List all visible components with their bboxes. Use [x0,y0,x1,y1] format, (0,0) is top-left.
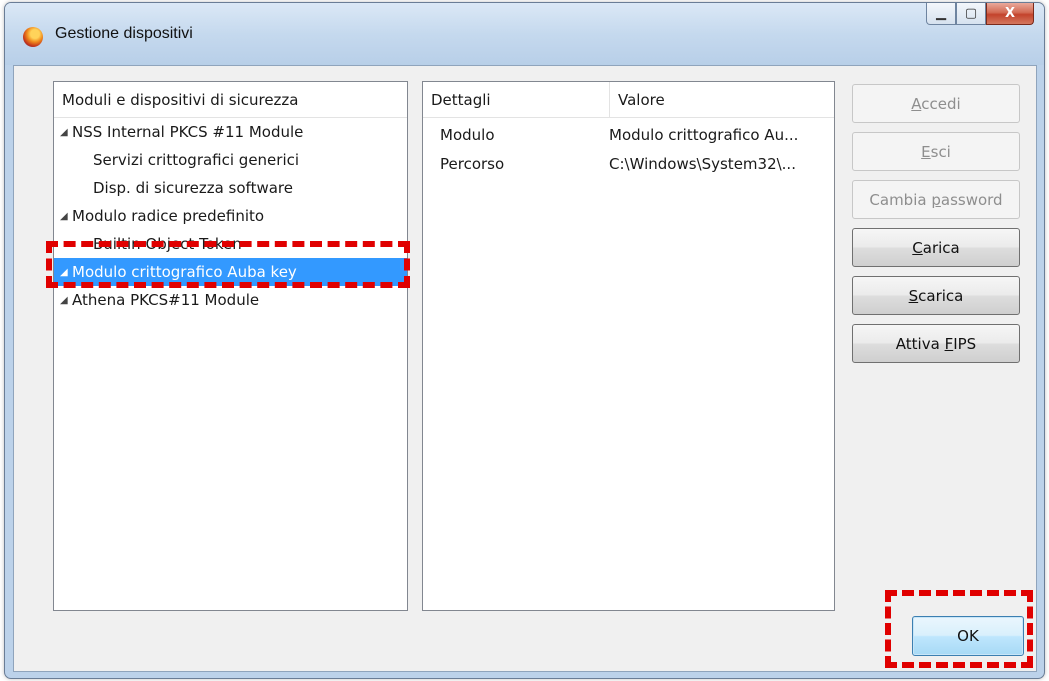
attiva-fips-button[interactable]: Attiva FIPS [852,324,1020,363]
tree-body: ◢ NSS Internal PKCS #11 Module Servizi c… [54,118,407,314]
close-button[interactable]: X [986,3,1034,25]
dialog-body: Moduli e dispositivi di sicurezza ◢ NSS … [13,65,1037,672]
tree-item-auba-key[interactable]: ◢ Modulo crittografico Auba key [54,258,407,286]
button-label: Carica [912,238,960,257]
scarica-button[interactable]: Scarica [852,276,1020,315]
detail-key: Modulo [440,125,495,144]
esci-button[interactable]: Esci [852,132,1020,171]
expand-arrow-icon[interactable]: ◢ [60,127,72,138]
carica-button[interactable]: Carica [852,228,1020,267]
cambia-password-button[interactable]: Cambia password [852,180,1020,219]
details-header: Dettagli Valore [423,82,834,118]
window-title: Gestione dispositivi [55,25,193,42]
button-label: Cambia password [869,190,1003,209]
button-label: OK [957,627,979,645]
tree-item-label: NSS Internal PKCS #11 Module [72,123,304,141]
detail-key: Percorso [440,154,505,173]
firefox-icon [23,27,43,47]
tree-header[interactable]: Moduli e dispositivi di sicurezza [54,82,407,118]
caption-buttons: ▁ ▢ X [926,3,1034,25]
expand-arrow-icon[interactable]: ◢ [60,295,72,306]
tree-item-label: Athena PKCS#11 Module [72,291,260,309]
expand-arrow-icon[interactable]: ◢ [60,267,72,278]
column-header-valore[interactable]: Valore [609,82,834,117]
button-label: Esci [921,142,951,161]
details-row-modulo[interactable]: Modulo Modulo crittografico Au... [423,120,834,149]
detail-value: Modulo crittografico Au... [609,125,799,144]
security-modules-tree[interactable]: Moduli e dispositivi di sicurezza ◢ NSS … [53,81,408,611]
button-label: Attiva FIPS [895,334,977,353]
tree-item-label: Disp. di sicurezza software [93,179,293,197]
device-manager-window: Gestione dispositivi ▁ ▢ X Moduli e disp… [4,2,1045,679]
accedi-button[interactable]: Accedi [852,84,1020,123]
details-row-percorso[interactable]: Percorso C:\Windows\System32\... [423,149,834,178]
ok-button[interactable]: OK [912,616,1024,656]
minimize-button[interactable]: ▁ [926,3,956,25]
tree-item-modulo-radice[interactable]: ◢ Modulo radice predefinito [54,202,407,230]
column-header-dettagli[interactable]: Dettagli [423,82,609,117]
tree-item-disp-sicurezza[interactable]: Disp. di sicurezza software [54,174,407,202]
tree-item-label: Modulo radice predefinito [72,207,265,225]
tree-item-servizi-crittografici[interactable]: Servizi crittografici generici [54,146,407,174]
detail-value: C:\Windows\System32\... [609,154,796,173]
tree-header-label: Moduli e dispositivi di sicurezza [62,90,299,109]
maximize-button[interactable]: ▢ [956,3,986,25]
button-label: Scarica [908,286,964,305]
tree-item-athena[interactable]: ◢ Athena PKCS#11 Module [54,286,407,314]
tree-item-label: Modulo crittografico Auba key [72,263,297,281]
expand-arrow-icon[interactable]: ◢ [60,211,72,222]
tree-item-builtin-token[interactable]: Builtin Object Token [54,230,407,258]
tree-item-nss-internal[interactable]: ◢ NSS Internal PKCS #11 Module [54,118,407,146]
title-bar[interactable]: Gestione dispositivi ▁ ▢ X [5,3,1044,65]
button-label: Accedi [911,94,961,113]
tree-item-label: Builtin Object Token [93,235,242,253]
tree-item-label: Servizi crittografici generici [93,151,300,169]
details-list[interactable]: Dettagli Valore Modulo Modulo crittograf… [422,81,835,611]
